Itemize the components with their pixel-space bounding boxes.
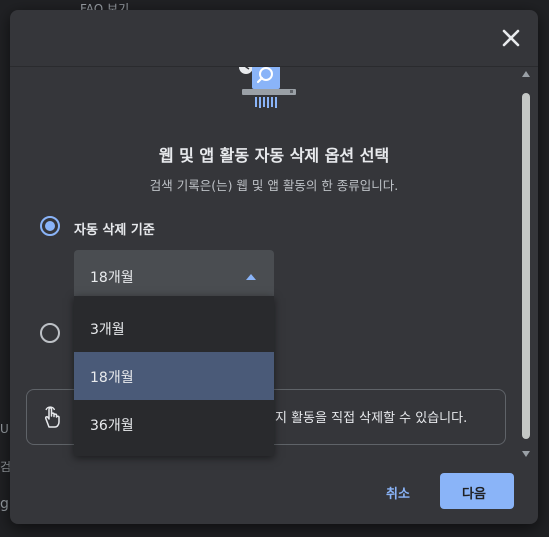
- scrollbar-thumb[interactable]: [522, 93, 530, 439]
- close-icon: [502, 29, 520, 47]
- period-dropdown-menu: 3개월 18개월 36개월: [74, 296, 274, 456]
- dialog-subtitle: 검색 기록은(는) 웹 및 앱 활동의 한 종류입니다.: [149, 178, 399, 193]
- option-label: 3개월: [90, 322, 125, 338]
- dropdown-option-18-months[interactable]: 18개월: [74, 352, 274, 400]
- scrollbar[interactable]: [520, 71, 532, 457]
- dialog-header: [10, 10, 538, 67]
- next-button-label: 다음: [462, 487, 486, 502]
- background-left-text-1: U: [0, 422, 9, 436]
- auto-delete-radio[interactable]: [40, 216, 60, 236]
- dialog-title: 웹 및 앱 활동 자동 삭제 옵션 선택: [158, 146, 390, 165]
- option-label: 36개월: [90, 418, 134, 434]
- scroll-down-icon[interactable]: [522, 451, 530, 457]
- shredder-search-icon: [239, 67, 296, 108]
- scroll-up-icon[interactable]: [522, 71, 530, 77]
- hand-pointer-icon: [45, 406, 60, 428]
- caret-up-icon: [246, 274, 256, 280]
- manual-delete-radio[interactable]: [40, 323, 60, 343]
- next-button[interactable]: 다음: [440, 473, 514, 509]
- option-label: 18개월: [90, 370, 134, 386]
- close-button[interactable]: [498, 25, 524, 51]
- info-text: 지 활동을 직접 삭제할 수 있습니다.: [275, 411, 468, 426]
- select-value: 18개월: [90, 270, 134, 286]
- cancel-button-label: 취소: [386, 487, 410, 502]
- dropdown-option-36-months[interactable]: 36개월: [74, 400, 274, 448]
- auto-delete-option-label: 자동 삭제 기준: [74, 223, 155, 238]
- cancel-button[interactable]: 취소: [372, 473, 428, 509]
- background-left-text-3: g: [0, 496, 9, 512]
- dropdown-option-3-months[interactable]: 3개월: [74, 304, 274, 352]
